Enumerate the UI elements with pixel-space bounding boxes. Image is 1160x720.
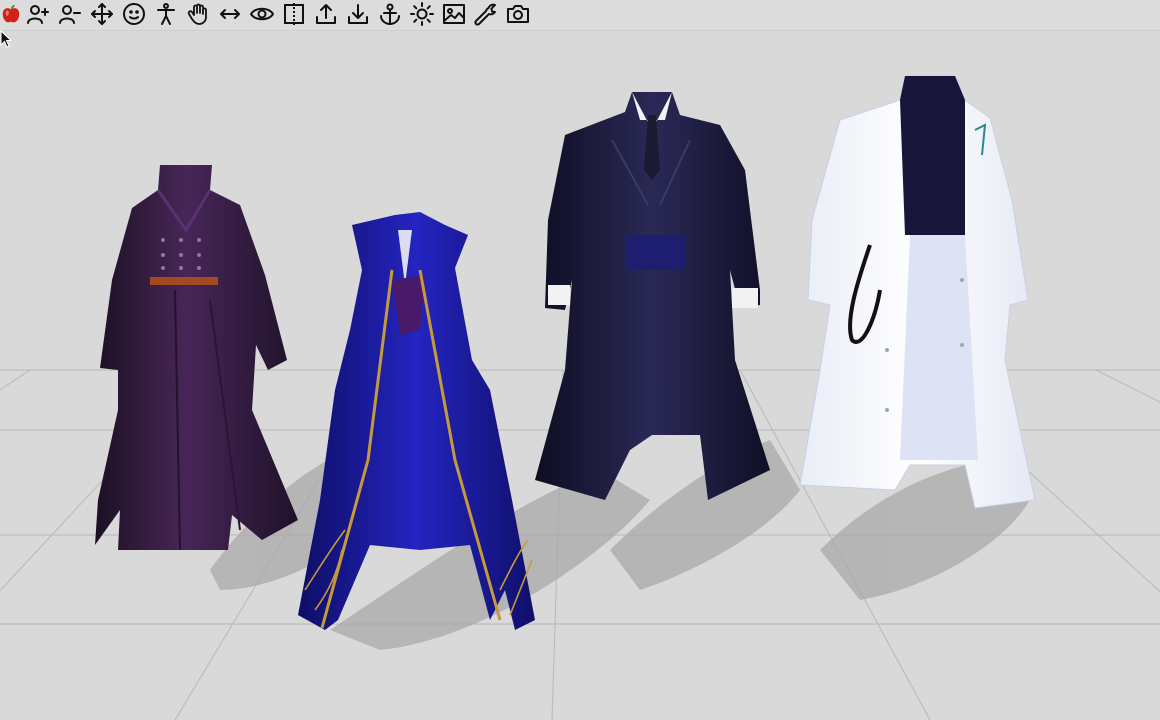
frame-select-icon[interactable]	[278, 0, 310, 28]
mouse-pointer-icon	[0, 30, 12, 48]
pose-figure-icon[interactable]	[150, 0, 182, 28]
anchor-icon[interactable]	[374, 0, 406, 28]
download-icon[interactable]	[342, 0, 374, 28]
camera-icon[interactable]	[502, 0, 534, 28]
dark-navy-suit-coat[interactable]	[535, 92, 770, 500]
upload-icon[interactable]	[310, 0, 342, 28]
purple-trench-coat[interactable]	[95, 165, 298, 551]
add-avatar-icon[interactable]	[22, 0, 54, 28]
horizontal-arrows-icon[interactable]	[214, 0, 246, 28]
app-apple-icon[interactable]	[0, 0, 22, 28]
image-icon[interactable]	[438, 0, 470, 28]
toolbar	[0, 0, 1160, 31]
royal-blue-robe[interactable]	[298, 212, 535, 630]
wrench-icon[interactable]	[470, 0, 502, 28]
hand-icon[interactable]	[182, 0, 214, 28]
move-icon[interactable]	[86, 0, 118, 28]
white-lab-coat[interactable]	[799, 75, 1036, 509]
3d-viewport[interactable]	[0, 30, 1160, 720]
face-icon[interactable]	[118, 0, 150, 28]
light-icon[interactable]	[406, 0, 438, 28]
remove-avatar-icon[interactable]	[54, 0, 86, 28]
eye-icon[interactable]	[246, 0, 278, 28]
scene-canvas[interactable]	[0, 30, 1160, 720]
